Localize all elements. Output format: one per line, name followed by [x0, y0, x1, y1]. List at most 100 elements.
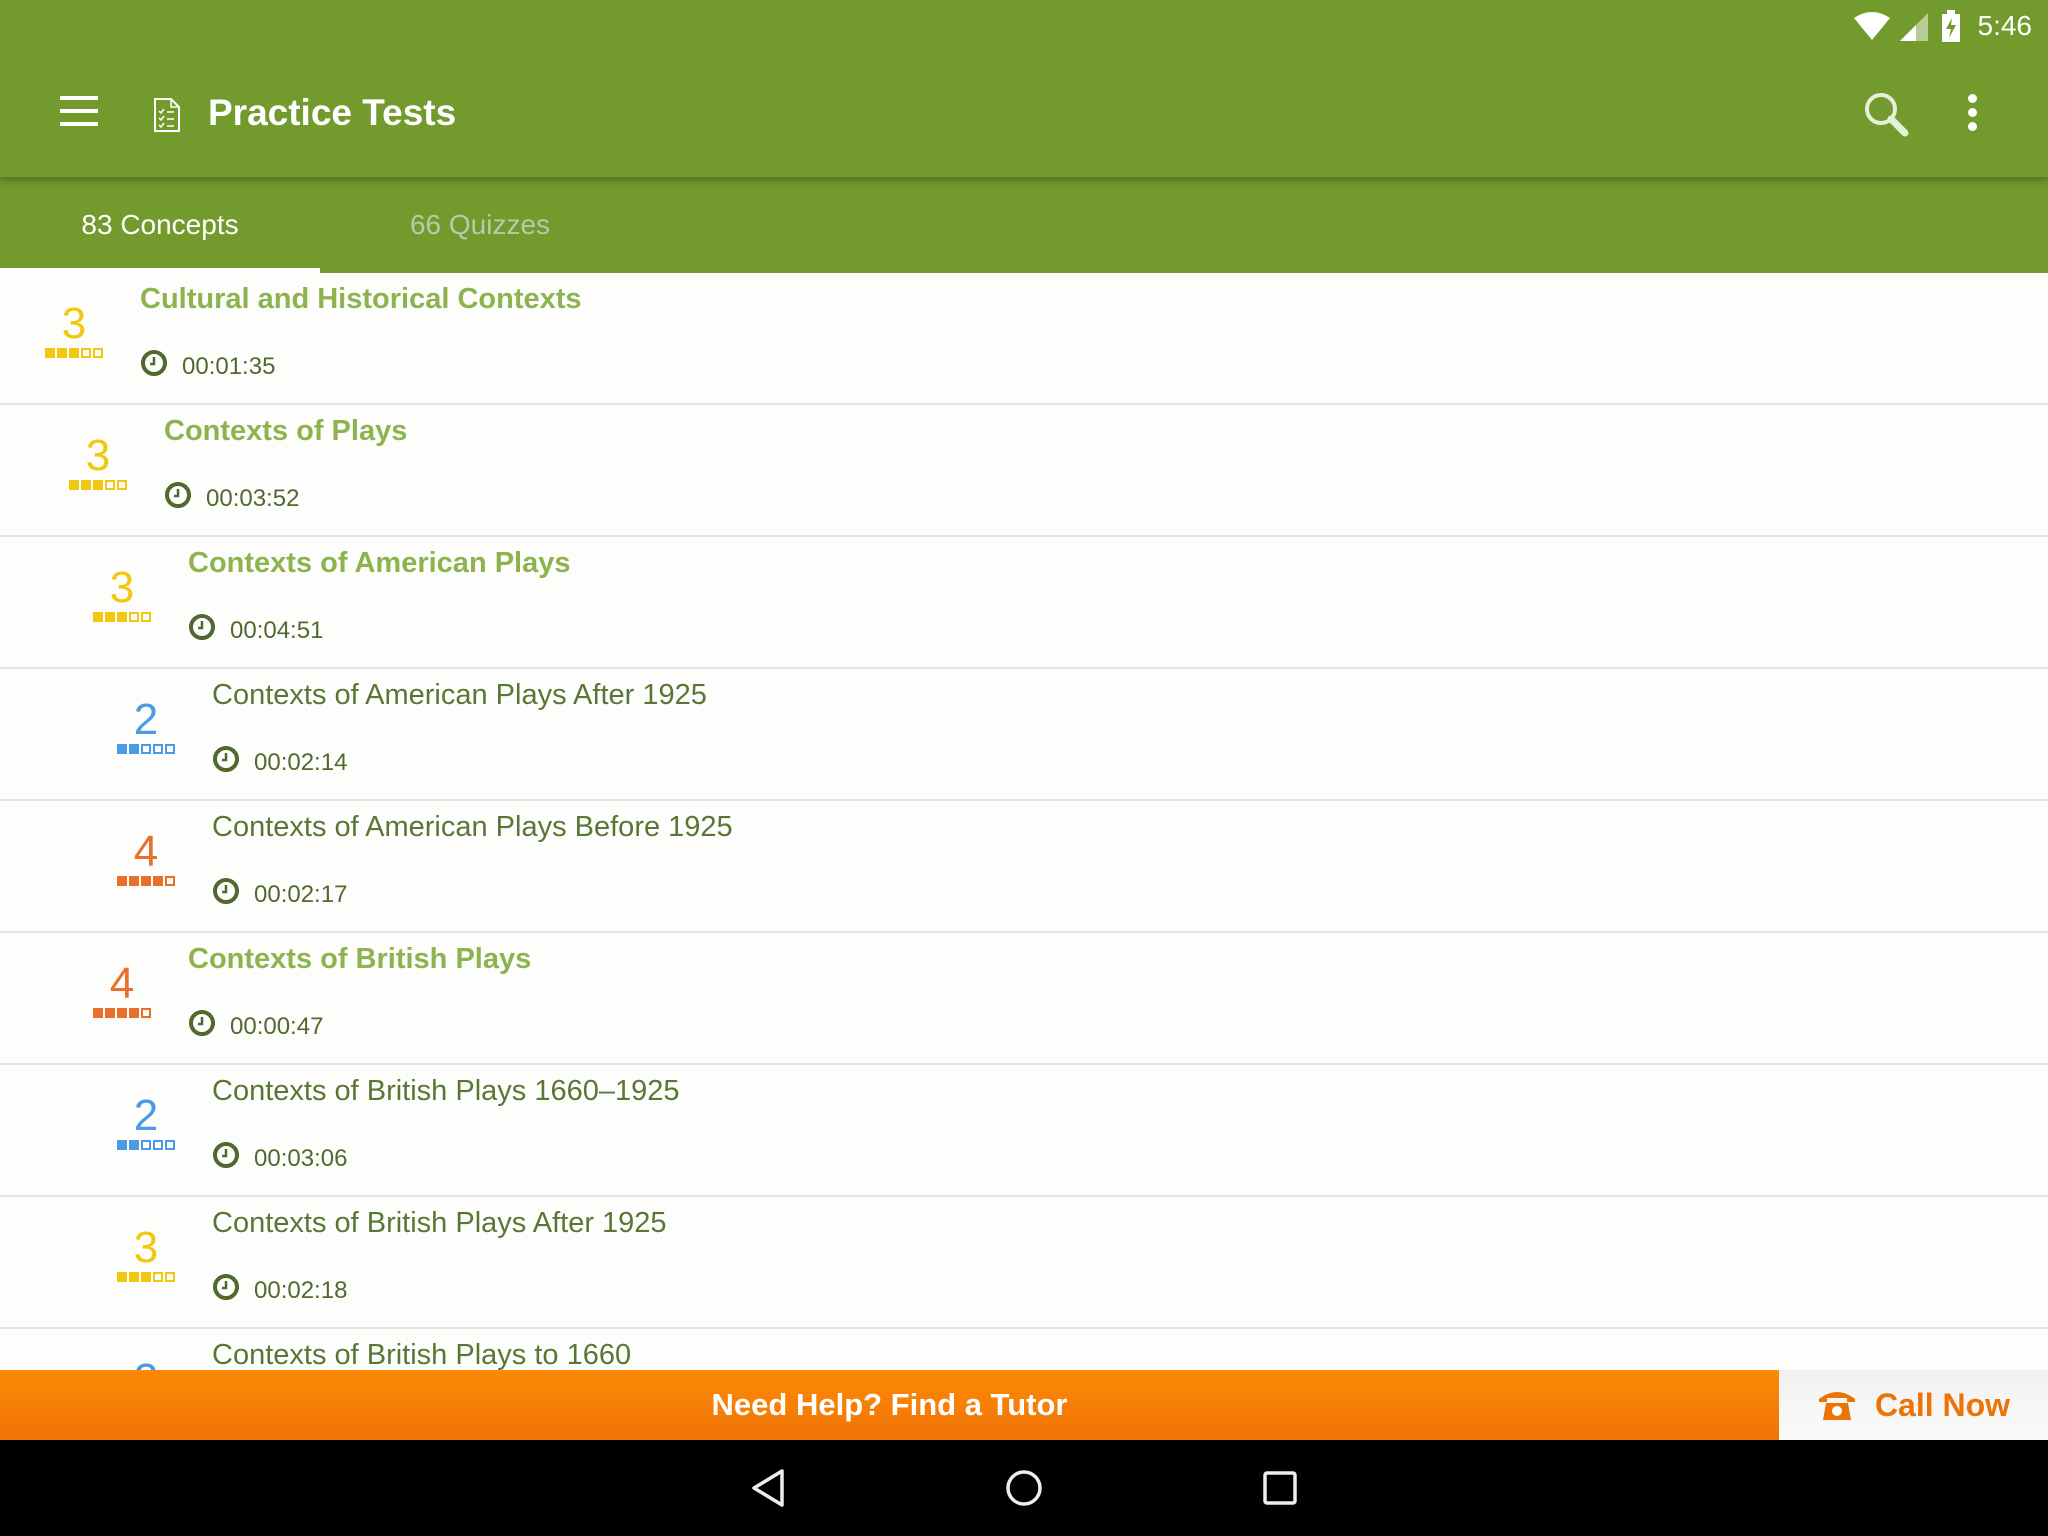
- system-nav-bar: [0, 1440, 2048, 1536]
- concept-duration: 00:03:52: [164, 481, 299, 516]
- level-meter: [92, 1008, 152, 1018]
- level-square: [81, 480, 91, 490]
- concept-title: Cultural and Historical Contexts: [140, 283, 582, 315]
- concept-row[interactable]: 3 Contexts of British Plays After 1925 00:…: [0, 1197, 2048, 1329]
- level-badge: 3: [116, 1225, 176, 1282]
- concept-row[interactable]: 2 Contexts of British Plays to 1660: [0, 1329, 2048, 1370]
- level-square: [117, 1272, 127, 1282]
- back-icon[interactable]: [744, 1464, 792, 1512]
- duration-text: 00:04:51: [230, 616, 324, 644]
- level-badge: 3: [44, 301, 104, 358]
- level-square: [117, 480, 127, 490]
- concept-row[interactable]: 3 Contexts of American Plays 00:04:51: [0, 537, 2048, 669]
- level-square: [129, 1272, 139, 1282]
- concept-title: Contexts of American Plays After 1925: [212, 679, 707, 711]
- level-badge: 3: [92, 565, 152, 622]
- level-number: 3: [133, 1223, 159, 1272]
- concept-duration: 00:02:17: [212, 877, 347, 912]
- level-square: [141, 1140, 151, 1150]
- concept-row[interactable]: 2 Contexts of British Plays 1660–1925 00:0…: [0, 1065, 2048, 1197]
- level-square: [93, 348, 103, 358]
- concept-title: Contexts of American Plays: [188, 547, 571, 579]
- tab-quizzes[interactable]: 66 Quizzes: [320, 177, 640, 273]
- level-square: [117, 612, 127, 622]
- level-square: [153, 1140, 163, 1150]
- level-square: [165, 1140, 175, 1150]
- level-square: [141, 744, 151, 754]
- level-square: [117, 744, 127, 754]
- level-badge: 4: [116, 829, 176, 886]
- find-tutor-button[interactable]: Need Help? Find a Tutor: [0, 1370, 1779, 1440]
- call-now-label: Call Now: [1874, 1386, 2011, 1423]
- clock-icon: [212, 1273, 240, 1308]
- concept-title: Contexts of British Plays to 1660: [212, 1339, 632, 1370]
- duration-text: 00:03:52: [206, 484, 300, 512]
- level-square: [165, 1272, 175, 1282]
- concept-title: Contexts of British Plays After 1925: [212, 1207, 667, 1239]
- level-badge: 4: [92, 961, 152, 1018]
- clock-icon: [188, 613, 216, 648]
- concept-duration: 00:04:51: [188, 613, 323, 648]
- concept-title: Contexts of British Plays 1660–1925: [212, 1075, 680, 1107]
- level-badge: 2: [116, 1093, 176, 1150]
- level-square: [105, 612, 115, 622]
- hamburger-menu-icon[interactable]: [60, 96, 98, 126]
- duration-text: 00:02:18: [254, 1276, 348, 1304]
- telephone-icon: [1818, 1392, 1855, 1420]
- concept-title: Contexts of Plays: [164, 415, 408, 447]
- level-badge: 2: [116, 1357, 176, 1371]
- clock-icon: [188, 1009, 216, 1044]
- cell-signal-icon: [1899, 13, 1928, 41]
- status-icons: 5:46: [1853, 6, 2033, 46]
- recents-icon[interactable]: [1256, 1464, 1304, 1512]
- concept-title: Contexts of American Plays Before 1925: [212, 811, 733, 843]
- level-square: [105, 480, 115, 490]
- concept-duration: 00:02:14: [212, 745, 347, 780]
- concept-row[interactable]: 4 Contexts of American Plays Before 1925 0…: [0, 801, 2048, 933]
- level-meter: [116, 1272, 176, 1282]
- tab-concepts[interactable]: 83 Concepts: [0, 177, 320, 273]
- level-number: 4: [133, 827, 159, 876]
- concept-row[interactable]: 3 Contexts of Plays 00:03:52: [0, 405, 2048, 537]
- duration-text: 00:00:47: [230, 1012, 324, 1040]
- level-square: [93, 1008, 103, 1018]
- status-time: 5:46: [1977, 10, 2033, 41]
- duration-text: 00:03:06: [254, 1144, 348, 1172]
- search-icon[interactable]: [1862, 90, 1910, 138]
- wifi-icon: [1853, 12, 1890, 40]
- level-meter: [92, 612, 152, 622]
- concept-duration: 00:01:35: [140, 349, 275, 384]
- level-number: 3: [109, 563, 135, 612]
- concept-list[interactable]: 3 Cultural and Historical Contexts 00:01:3…: [0, 273, 2048, 1370]
- concept-duration: 00:00:47: [188, 1009, 323, 1044]
- level-number: 3: [61, 299, 87, 348]
- clock-icon: [212, 745, 240, 780]
- level-square: [93, 612, 103, 622]
- page-title: Practice Tests: [208, 92, 457, 133]
- checklist-document-icon: [154, 98, 180, 132]
- home-icon[interactable]: [1000, 1464, 1048, 1512]
- more-vert-icon[interactable]: [1962, 94, 1982, 136]
- level-meter: [44, 348, 104, 358]
- level-square: [69, 348, 79, 358]
- concept-row[interactable]: 4 Contexts of British Plays 00:00:47: [0, 933, 2048, 1065]
- duration-text: 00:01:35: [182, 352, 276, 380]
- level-number: 3: [85, 431, 111, 480]
- call-now-button[interactable]: Call Now: [1779, 1370, 2048, 1440]
- level-square: [117, 876, 127, 886]
- level-square: [141, 1008, 151, 1018]
- level-square: [141, 876, 151, 886]
- app-toolbar: Practice Tests: [0, 52, 2048, 177]
- level-meter: [68, 480, 128, 490]
- concept-row[interactable]: 3 Cultural and Historical Contexts 00:01:3…: [0, 273, 2048, 405]
- level-square: [81, 348, 91, 358]
- level-square: [117, 1140, 127, 1150]
- level-square: [153, 1272, 163, 1282]
- duration-text: 00:02:17: [254, 880, 348, 908]
- level-number: 2: [116, 1357, 176, 1371]
- battery-charging-icon: [1941, 10, 1960, 42]
- concept-duration: 00:02:18: [212, 1273, 347, 1308]
- concept-row[interactable]: 2 Contexts of American Plays After 1925 00…: [0, 669, 2048, 801]
- level-square: [165, 744, 175, 754]
- find-tutor-label: Need Help? Find a Tutor: [711, 1387, 1068, 1422]
